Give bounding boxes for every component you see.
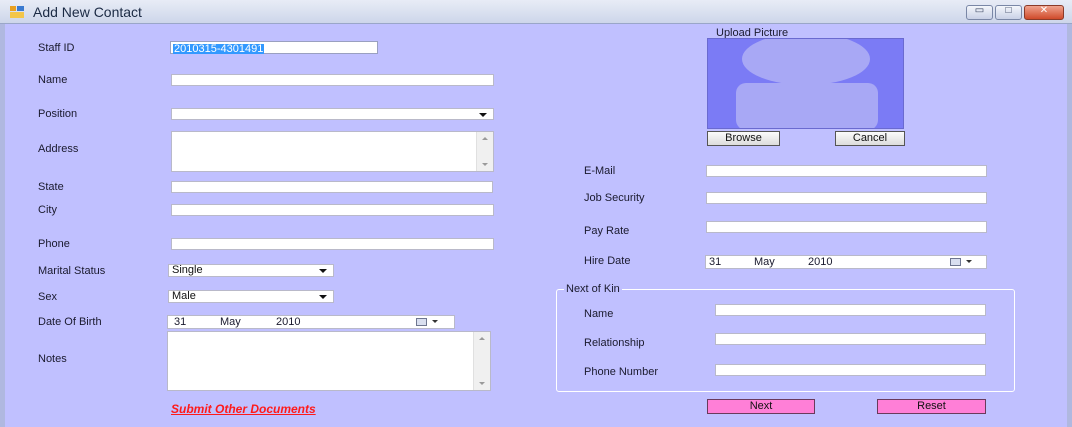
hire-date-label: Hire Date xyxy=(584,255,631,267)
chevron-down-icon xyxy=(319,269,327,273)
minimize-icon: ▭ xyxy=(974,5,985,16)
kin-phone-label: Phone Number xyxy=(584,366,658,378)
maximize-button[interactable]: □ xyxy=(995,5,1022,20)
chevron-down-icon xyxy=(319,295,327,299)
pay-rate-input[interactable] xyxy=(706,221,987,233)
date-of-birth-picker[interactable]: 31 May 2010 xyxy=(167,315,455,329)
kin-name-label: Name xyxy=(584,308,614,320)
address-textarea[interactable] xyxy=(171,131,494,172)
window-left-border xyxy=(0,24,5,427)
name-input[interactable] xyxy=(171,74,494,86)
phone-label: Phone xyxy=(38,238,70,250)
staff-id-label: Staff ID xyxy=(38,42,75,54)
calendar-icon xyxy=(416,318,427,326)
state-label: State xyxy=(38,181,64,193)
name-label: Name xyxy=(38,74,68,86)
position-label: Position xyxy=(38,108,78,120)
marital-status-label: Marital Status xyxy=(38,265,106,277)
staff-id-input[interactable]: 2010315-4301491 xyxy=(170,41,378,55)
pay-rate-label: Pay Rate xyxy=(584,225,630,237)
city-label: City xyxy=(38,204,57,216)
browse-button[interactable]: Browse xyxy=(707,131,780,146)
email-label: E-Mail xyxy=(584,165,616,177)
sex-select[interactable]: Male xyxy=(168,290,334,303)
notes-label: Notes xyxy=(38,353,67,365)
close-button[interactable]: ✕ xyxy=(1024,5,1064,20)
next-button[interactable]: Next xyxy=(707,399,815,414)
scroll-down-icon xyxy=(479,382,485,385)
dob-month: May xyxy=(220,316,241,328)
notes-scrollbar[interactable] xyxy=(473,332,490,390)
address-scrollbar[interactable] xyxy=(476,132,493,171)
marital-status-select[interactable]: Single xyxy=(168,264,334,277)
scroll-down-icon xyxy=(482,163,488,166)
date-of-birth-label: Date Of Birth xyxy=(38,316,102,328)
app-icon xyxy=(10,6,24,18)
title-bar: Add New Contact ▭ □ ✕ xyxy=(0,0,1072,24)
chevron-down-icon xyxy=(966,260,972,263)
scroll-up-icon xyxy=(479,337,485,340)
chevron-down-icon xyxy=(432,320,438,323)
dob-year: 2010 xyxy=(276,316,301,328)
staff-id-value: 2010315-4301491 xyxy=(173,43,265,55)
chevron-down-icon xyxy=(479,113,487,117)
position-select[interactable] xyxy=(171,108,494,120)
marital-status-value: Single xyxy=(172,264,203,276)
picture-preview xyxy=(707,38,904,129)
city-input[interactable] xyxy=(171,204,494,216)
cancel-button[interactable]: Cancel xyxy=(835,131,905,146)
sex-value: Male xyxy=(172,290,196,302)
close-icon: ✕ xyxy=(1039,5,1049,16)
hire-year: 2010 xyxy=(808,256,833,268)
minimize-button[interactable]: ▭ xyxy=(966,5,993,20)
dob-day: 31 xyxy=(174,316,187,328)
sex-label: Sex xyxy=(38,291,57,303)
maximize-icon: □ xyxy=(1005,5,1012,16)
submit-other-documents-link[interactable]: Submit Other Documents xyxy=(171,402,316,416)
address-label: Address xyxy=(38,143,79,155)
person-silhouette-icon xyxy=(736,39,878,128)
hire-day: 31 xyxy=(709,256,722,268)
kin-relationship-label: Relationship xyxy=(584,337,645,349)
state-input[interactable] xyxy=(171,181,493,193)
hire-month: May xyxy=(754,256,775,268)
email-input[interactable] xyxy=(706,165,987,177)
job-security-input[interactable] xyxy=(706,192,987,204)
notes-textarea[interactable] xyxy=(167,331,491,391)
window-right-border xyxy=(1067,24,1072,427)
kin-phone-input[interactable] xyxy=(715,364,986,376)
calendar-icon xyxy=(950,258,961,266)
job-security-label: Job Security xyxy=(584,192,645,204)
kin-name-input[interactable] xyxy=(715,304,986,316)
next-of-kin-title: Next of Kin xyxy=(564,283,622,295)
scroll-up-icon xyxy=(482,137,488,140)
reset-button[interactable]: Reset xyxy=(877,399,986,414)
phone-input[interactable] xyxy=(171,238,494,250)
hire-date-picker[interactable]: 31 May 2010 xyxy=(705,255,987,269)
window-title: Add New Contact xyxy=(33,4,142,20)
kin-relationship-input[interactable] xyxy=(715,333,986,345)
